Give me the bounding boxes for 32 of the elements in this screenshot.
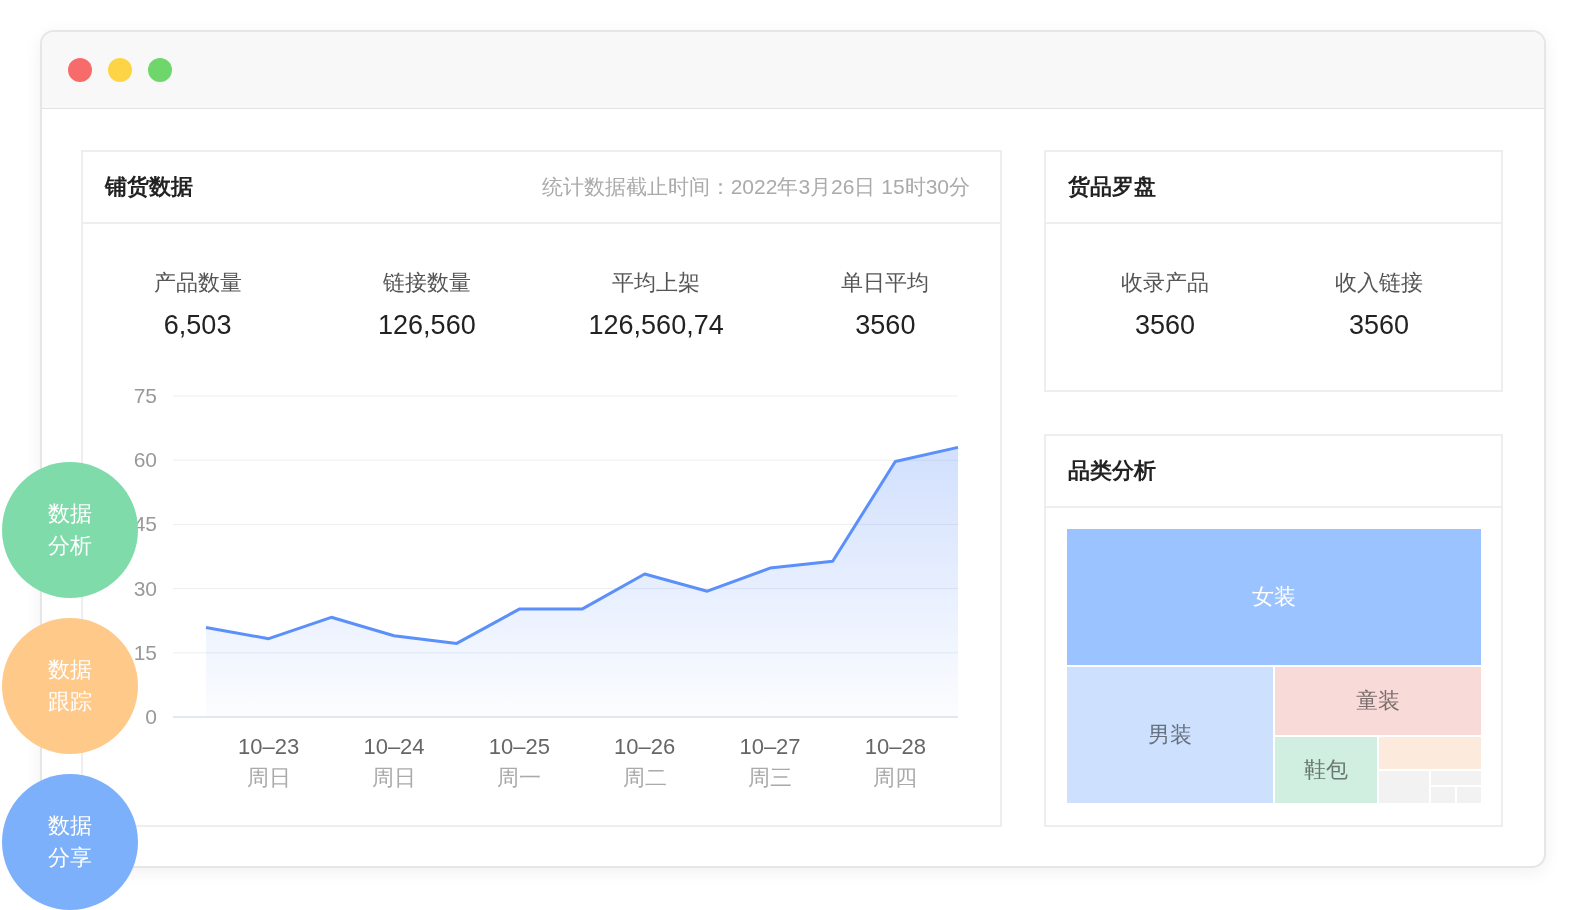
stat-value: 126,560: [378, 310, 476, 341]
stat-value: 3560: [1348, 310, 1410, 341]
x-tick-label: 10–25 周一: [488, 734, 550, 790]
timestamp: 统计数据截止时间：2022年3月26日 15时30分: [541, 174, 970, 200]
treemap-tile: 女装: [1067, 529, 1481, 665]
window-control[interactable]: [108, 58, 132, 82]
stat-label: 链接数量: [382, 269, 471, 297]
window-control[interactable]: [148, 58, 172, 82]
x-tick-label: 10–24 周日: [363, 734, 425, 790]
stat-value: 3560: [855, 310, 916, 341]
x-tick-label: 10–28 周四: [864, 734, 926, 790]
stat-label: 产品数量: [153, 269, 242, 297]
y-tick-label: 0: [145, 705, 157, 728]
card-title: 货品罗盘: [1068, 173, 1156, 201]
stat-label: 收录产品: [1121, 269, 1209, 297]
side-button[interactable]: 数据分享: [2, 774, 138, 910]
treemap-tile: 男装: [1067, 667, 1273, 803]
window-control[interactable]: [68, 58, 92, 82]
treemap-tile: 童装: [1275, 667, 1481, 735]
stat-label: 平均上架: [612, 269, 701, 297]
stat-value: 3560: [1134, 310, 1196, 341]
treemap-tile: 鞋包: [1275, 737, 1377, 803]
stat-label: 收入链接: [1335, 269, 1423, 297]
stat-label: 单日平均: [841, 269, 930, 297]
stat-value: 126,560,74: [588, 310, 724, 341]
card-title: 品类分析: [1068, 457, 1156, 485]
x-tick-label: 10–27 周三: [739, 734, 801, 790]
stat-value: 6,503: [163, 310, 232, 341]
y-tick-label: 75: [133, 384, 157, 407]
card-title: 铺货数据: [105, 173, 193, 201]
x-tick-label: 10–23 周日: [238, 734, 300, 790]
x-tick-label: 10–26 周二: [614, 734, 676, 790]
